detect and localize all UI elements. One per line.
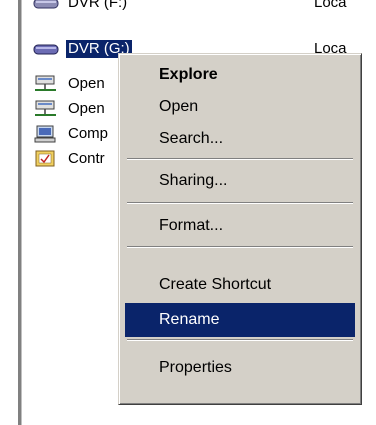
menu-separator [127,339,353,341]
list-item-label: Open [68,100,105,117]
list-item-label: DVR (F:) [68,0,128,11]
menu-item-properties[interactable]: Properties [125,351,355,385]
list-item-label: Comp [68,125,109,142]
menu-item-open[interactable]: Open [125,90,355,124]
menu-item-format[interactable]: Format... [125,209,355,243]
menu-separator [127,246,353,248]
menu-item-search[interactable]: Search... [125,122,355,156]
removable-drive-icon [32,0,60,12]
network-drive-icon [32,100,60,118]
menu-separator [127,202,353,204]
list-item-type: Loca [314,0,347,11]
menu-item-rename[interactable]: Rename [125,303,355,337]
menu-item-create-shortcut[interactable]: Create Shortcut [125,268,355,302]
list-item-label: Open [68,75,105,92]
menu-item-sharing[interactable]: Sharing... [125,164,355,198]
list-item-label: Contr [68,150,105,167]
menu-item-explore[interactable]: Explore [125,58,355,92]
window-left-border-highlight [21,0,22,425]
network-drive-icon [32,75,60,93]
menu-separator [127,158,353,160]
computer-icon [32,125,60,143]
removable-drive-icon [32,40,60,58]
list-item-drive-f[interactable]: DVR (F:) Loca [26,0,376,14]
control-panel-icon [32,150,60,168]
context-menu: Explore Open Search... Sharing... Format… [118,53,362,405]
